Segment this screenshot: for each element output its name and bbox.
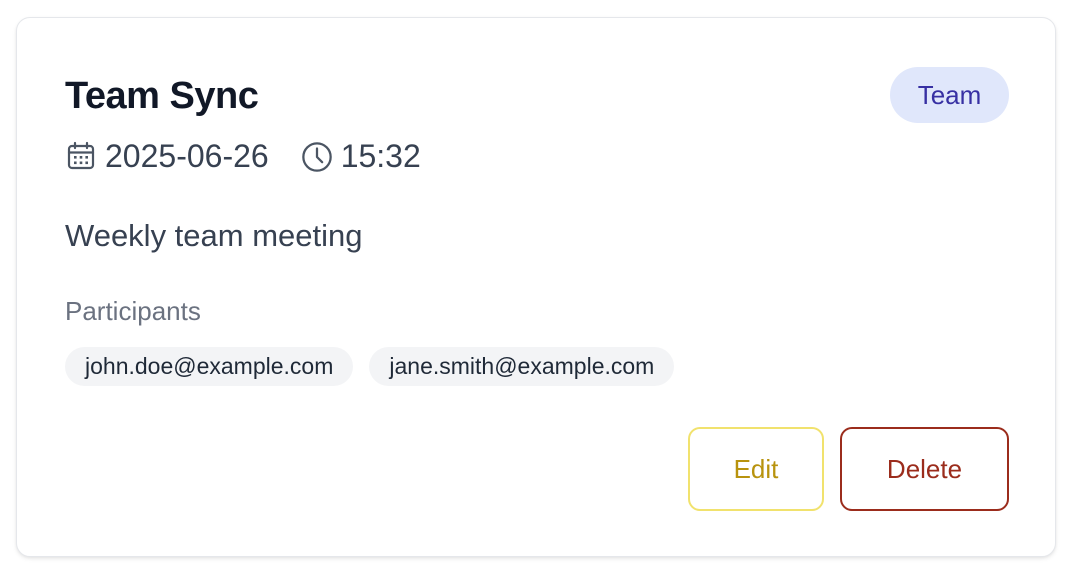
event-time: 15:32 (301, 138, 421, 175)
event-card: Team Sync Team 2025-06-26 15:32 Weekly t… (16, 17, 1056, 557)
event-description: Weekly team meeting (65, 218, 363, 253)
category-badge: Team (890, 67, 1009, 123)
event-time-text: 15:32 (340, 137, 421, 174)
participants-label: Participants (65, 296, 201, 326)
participant-chip: jane.smith@example.com (369, 347, 675, 386)
event-date: 2025-06-26 (65, 138, 269, 175)
card-actions: Edit Delete (688, 427, 1009, 511)
clock-icon (301, 140, 333, 172)
participant-chip: john.doe@example.com (65, 347, 354, 386)
edit-button[interactable]: Edit (688, 427, 824, 511)
delete-button[interactable]: Delete (840, 427, 1009, 511)
event-title: Team Sync (65, 75, 259, 117)
calendar-icon (65, 140, 97, 172)
event-meta: 2025-06-26 15:32 (65, 136, 421, 176)
participants-list: john.doe@example.com jane.smith@example.… (65, 347, 690, 386)
event-date-text: 2025-06-26 (105, 137, 269, 174)
